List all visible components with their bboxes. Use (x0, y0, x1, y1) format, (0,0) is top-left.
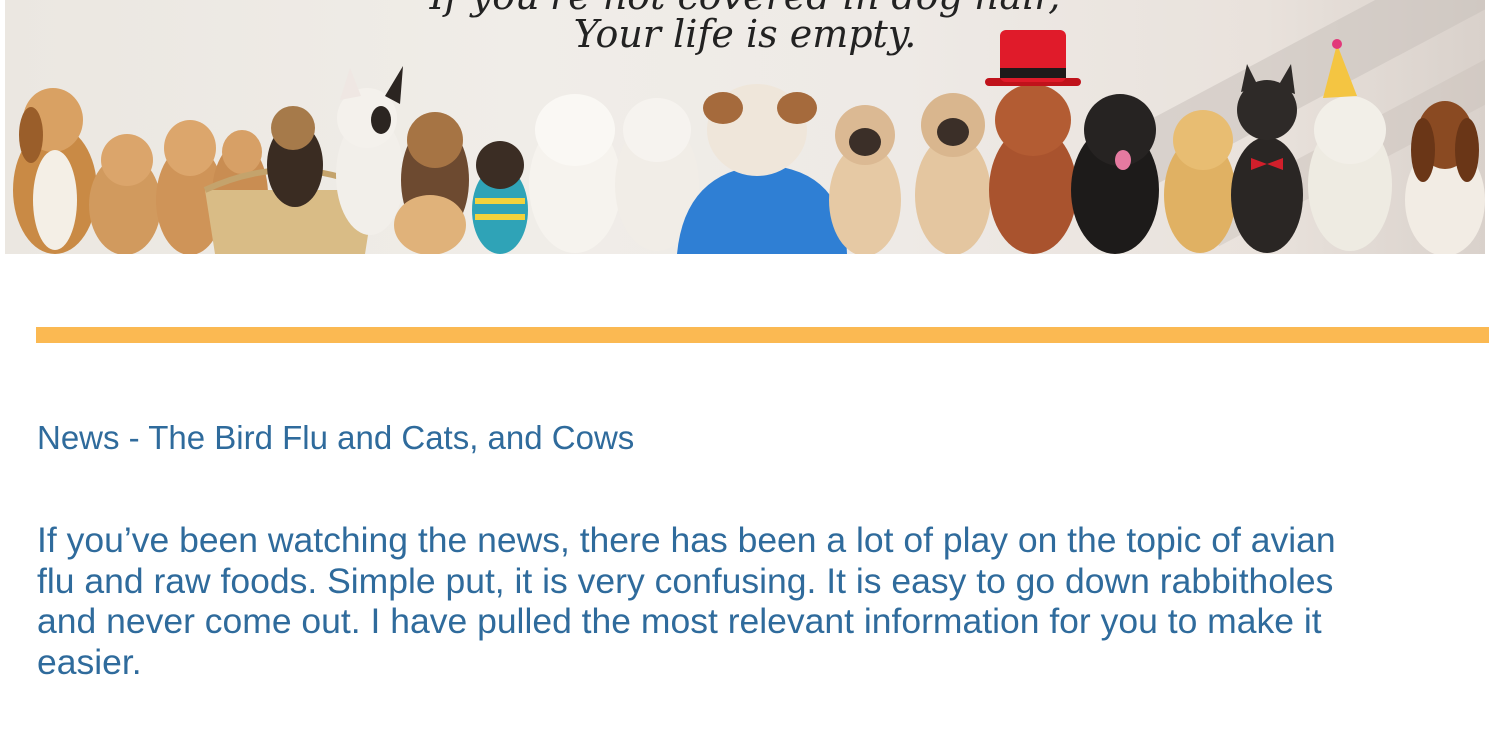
hero-banner: If you're not covered in dog hair, Your … (5, 0, 1485, 254)
bowtie-frenchie-image (1231, 64, 1303, 253)
article-body: If you’ve been watching the news, there … (37, 520, 1489, 682)
beagle-puppy-image (13, 88, 97, 254)
party-hat-dog-image (1308, 39, 1392, 251)
yorkie-sweater-image (472, 141, 528, 254)
article-body-line: If you’ve been watching the news, there … (37, 520, 1336, 560)
dogs-illustration (13, 30, 1485, 254)
article-headline: News - The Bird Flu and Cats, and Cows (37, 419, 635, 456)
article-body-line: easier. (37, 641, 142, 682)
shepherd-puppy-image (394, 112, 469, 254)
pug-dogs-image (829, 93, 991, 254)
bulldog-blue-shirt-image (677, 84, 847, 254)
yellow-lab-puppy-image (1164, 110, 1236, 253)
french-bulldog-image (336, 66, 404, 235)
black-lab-image (1071, 94, 1159, 254)
article-body-line: flu and raw foods. Simple put, it is ver… (37, 560, 1334, 601)
article-body-line: and never come out. I have pulled the mo… (37, 601, 1322, 641)
mastiff-top-hat-image (985, 30, 1081, 254)
page: If you're not covered in dog hair, Your … (0, 0, 1489, 751)
section-divider (36, 327, 1489, 343)
basset-hound-image (1405, 101, 1485, 254)
bichon-dogs-image (529, 94, 699, 253)
